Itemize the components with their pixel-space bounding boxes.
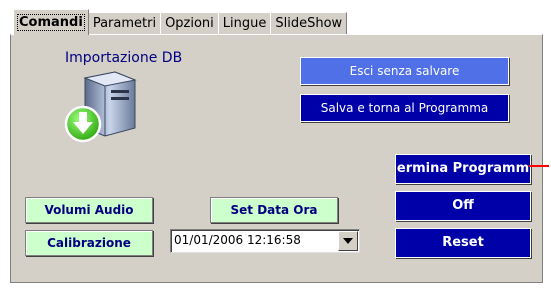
datetime-select[interactable]: 01/01/2006 12:16:58 <box>170 229 360 253</box>
off-button[interactable]: Off <box>395 191 531 221</box>
chevron-down-icon[interactable] <box>338 231 358 251</box>
audio-volume-button[interactable]: Volumi Audio <box>25 197 153 223</box>
database-download-icon[interactable] <box>63 70 149 144</box>
datetime-value: 01/01/2006 12:16:58 <box>174 233 301 247</box>
terminate-indicator-line <box>529 165 549 167</box>
tab-slideshow[interactable]: SlideShow <box>270 12 348 35</box>
tab-comandi[interactable]: Comandi <box>13 9 89 35</box>
set-date-time-button[interactable]: Set Data Ora <box>210 197 338 223</box>
tab-parametri[interactable]: Parametri <box>87 12 162 35</box>
calibration-button[interactable]: Calibrazione <box>25 230 153 256</box>
tab-opzioni[interactable]: Opzioni <box>160 12 219 35</box>
tab-bar: Comandi Parametri Opzioni Lingue SlideSh… <box>13 9 348 35</box>
tab-label: Comandi <box>17 14 85 31</box>
import-db-label: Importazione DB <box>65 50 183 66</box>
terminate-program-button[interactable]: ermina Programm <box>395 154 531 184</box>
exit-without-saving-button[interactable]: Esci senza salvare <box>300 57 509 85</box>
tab-lingue[interactable]: Lingue <box>217 12 272 35</box>
save-and-return-button[interactable]: Salva e torna al Programma <box>300 94 509 122</box>
reset-button[interactable]: Reset <box>395 228 531 258</box>
